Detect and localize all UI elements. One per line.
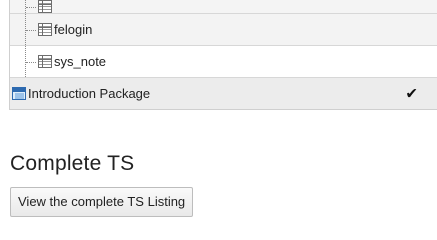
- tree-row-felogin[interactable]: felogin: [10, 13, 437, 45]
- section-title: Complete TS: [10, 152, 135, 175]
- table-icon: [38, 0, 52, 13]
- tree-connector: [25, 14, 38, 45]
- tree-row-label: Introduction Package: [28, 86, 151, 101]
- tree-row-sys-note[interactable]: sys_note: [10, 45, 437, 77]
- table-icon: [38, 55, 52, 68]
- tree-row-introduction-package[interactable]: Introduction Package ✔: [10, 77, 437, 109]
- tree-connector: [25, 46, 38, 77]
- tree-row-label: felogin: [54, 22, 93, 37]
- template-tree-page: felogin sys_note Introduction Package ✔ …: [0, 0, 437, 232]
- checkmark-icon: ✔: [405, 85, 418, 102]
- template-tree: felogin sys_note Introduction Package ✔: [9, 0, 437, 110]
- table-icon: [38, 23, 52, 36]
- package-icon: [12, 87, 26, 100]
- tree-row-partial[interactable]: [10, 0, 437, 13]
- tree-connector: [25, 0, 38, 13]
- tree-row-label: sys_note: [54, 54, 107, 69]
- view-complete-ts-listing-button[interactable]: View the complete TS Listing: [10, 187, 194, 217]
